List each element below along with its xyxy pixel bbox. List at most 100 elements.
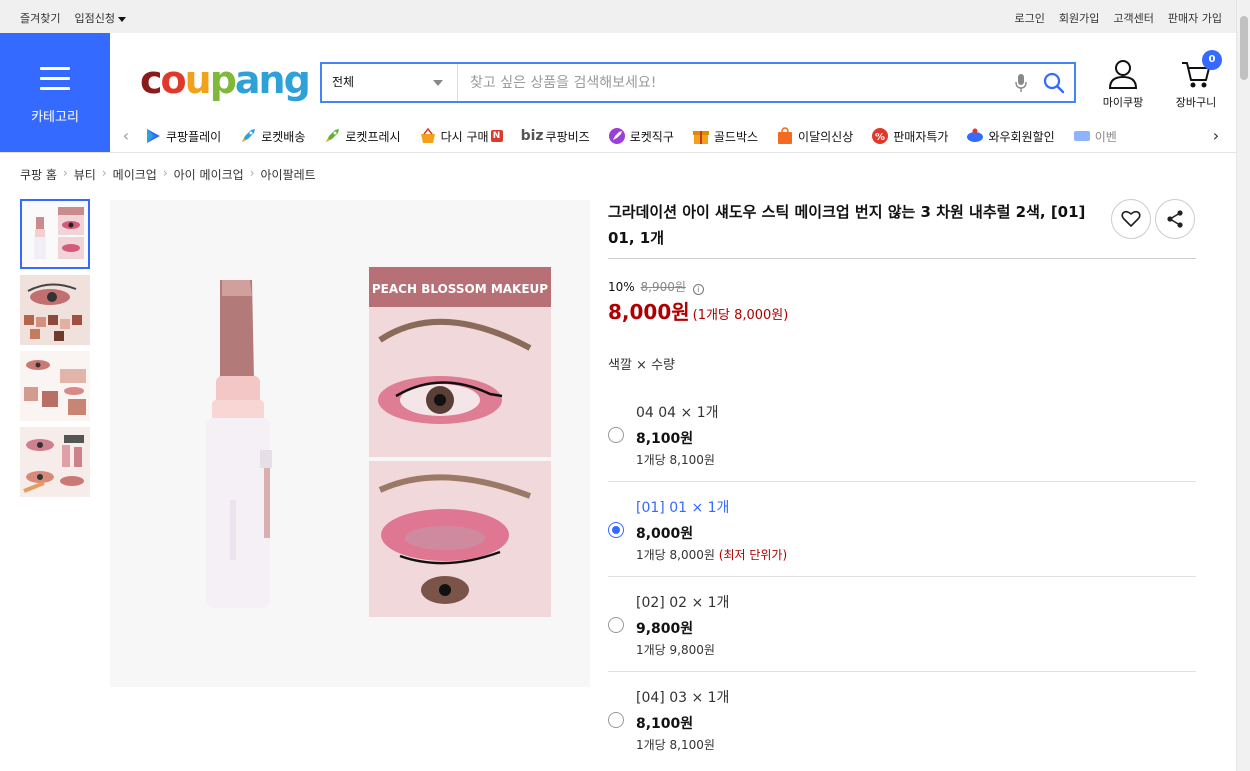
option-item[interactable]: 04 04 × 1개 8,100원 1개당 8,100원 [608,387,1196,482]
breadcrumb-beauty[interactable]: 뷰티 [74,166,96,183]
login-link[interactable]: 로그인 [1015,10,1045,26]
original-price: 8,900원 [640,280,686,294]
option-list: 04 04 × 1개 8,100원 1개당 8,100원 [01] 01 × 1… [608,387,1196,767]
shortcut-label: 다시 구매 [440,129,489,144]
chevron-left-icon[interactable]: ‹ [116,126,136,146]
bookmark-link[interactable]: 즐겨찾기 [20,10,60,26]
biz-prefix: biz [520,128,544,144]
shortcut-label: 와우회원할인 [988,129,1055,144]
option-unit-price: 1개당 8,000원 (최저 단위가) [636,546,787,563]
seller-apply-link[interactable]: 입점신청 [74,10,126,26]
rocket-icon [242,129,256,142]
logo-part: p [209,58,237,102]
shortcut-coupang-biz[interactable]: biz 쿠팡비즈 [521,127,590,145]
main-product-image[interactable]: PEACH BLOSSOM MAKEUP [110,200,590,687]
option-price: 8,100원 [636,431,694,447]
shortcut-goldbox[interactable]: 골드박스 [692,127,758,145]
percent-badge-icon: % [872,128,889,144]
coupang-logo[interactable]: coupang [140,58,311,102]
option-name: [01] 01 × 1개 [636,500,730,516]
option-price: 8,000원 [636,526,694,542]
wishlist-button[interactable] [1111,199,1151,239]
search-category-select[interactable]: 전체 [322,64,458,101]
search-input[interactable] [458,64,1008,101]
svg-text:%: % [875,132,885,143]
shortcut-rocket-delivery[interactable]: 로켓배송 [239,127,305,145]
basket-icon [420,127,435,143]
scrollbar-thumb[interactable] [1240,16,1248,80]
breadcrumb-separator-icon: › [162,166,168,180]
customer-center-link[interactable]: 고객센터 [1113,10,1153,26]
thumbnail-1[interactable] [20,199,90,269]
hamburger-icon [40,67,70,97]
breadcrumb-home[interactable]: 쿠팡 홈 [20,166,57,183]
wow-icon [967,128,984,142]
breadcrumb-eye-palette[interactable]: 아이팔레트 [261,166,316,183]
option-label: 색깔 × 수량 [608,358,675,373]
user-icon [1108,60,1138,89]
signup-link[interactable]: 회원가입 [1059,10,1099,26]
chevron-right-icon[interactable]: › [1206,126,1226,146]
option-item-selected[interactable]: [01] 01 × 1개 8,000원 1개당 8,000원 (최저 단위가) [608,482,1196,577]
breadcrumb-separator-icon: › [62,166,68,180]
title-divider [608,258,1196,259]
shortcut-wow-discount[interactable]: 와우회원할인 [966,127,1055,145]
option-unit-price-value: 1개당 8,100원 [636,453,715,467]
option-item[interactable]: [02] 02 × 1개 9,800원 1개당 9,800원 [608,577,1196,672]
seller-apply-label: 입점신청 [74,12,115,25]
category-button[interactable]: 카테고리 [0,33,110,152]
option-price: 8,100원 [636,716,694,732]
info-icon[interactable]: i [692,284,704,295]
share-button[interactable] [1155,199,1195,239]
shortcut-label: 쿠팡플레이 [166,129,222,144]
option-unit-price-value: 1개당 9,800원 [636,643,715,657]
microphone-icon[interactable] [1008,68,1034,98]
breadcrumb-makeup[interactable]: 메이크업 [113,166,157,183]
lowest-unit-price-tag: (최저 단위가) [718,548,788,562]
logo-part: c [140,58,162,102]
header-divider [0,152,1236,153]
shortcut-coupang-play[interactable]: 쿠팡플레이 [144,127,221,145]
radio-button[interactable] [608,712,624,728]
option-name: [04] 03 × 1개 [636,690,730,706]
heart-icon [1121,210,1141,227]
thumbnail-3[interactable] [20,351,90,421]
shortcut-label: 판매자특가 [893,129,949,144]
radio-button[interactable] [608,522,624,538]
dropdown-arrow-icon [433,80,443,86]
shortcut-seller-deals[interactable]: % 판매자특가 [871,127,948,145]
shortcut-new-arrivals[interactable]: 이달의신상 [776,127,853,145]
search-bar: 전체 [320,62,1076,103]
logo-part: ang [234,58,311,102]
search-icon[interactable] [1034,68,1074,98]
vertical-scrollbar[interactable] [1236,0,1250,771]
logo-part: u [184,58,212,102]
option-price: 9,800원 [636,621,694,637]
shopping-bag-icon [778,127,793,144]
shortcut-event[interactable]: 이벤 [1073,127,1117,145]
mypage-button[interactable]: 마이쿠팡 [1093,58,1153,110]
thumbnail-2[interactable] [20,275,90,345]
shortcut-label: 이달의신상 [798,129,854,144]
option-name: 04 04 × 1개 [636,405,719,421]
radio-button[interactable] [608,617,624,633]
category-label: 카테고리 [31,110,79,125]
breadcrumb-separator-icon: › [249,166,255,180]
search-category-value: 전체 [332,75,355,89]
radio-button[interactable] [608,427,624,443]
seller-signup-link[interactable]: 판매자 가입 [1168,10,1222,26]
caret-down-icon [117,16,126,22]
thumbnail-4[interactable] [20,427,90,497]
breadcrumb-eye-makeup[interactable]: 아이 메이크업 [174,166,244,183]
event-icon [1073,131,1090,141]
shortcut-rocket-global[interactable]: 로켓직구 [608,127,674,145]
option-item[interactable]: [04] 03 × 1개 8,100원 1개당 8,100원 [608,672,1196,767]
product-title: 그라데이션 아이 섀도우 스틱 메이크업 번지 않는 3 차원 내추럴 2색, … [608,203,1086,247]
shortcut-rocket-fresh[interactable]: 로켓프레시 [323,127,401,145]
discount-row: 10% 8,900원 i [608,278,704,295]
mypage-label: 마이쿠팡 [1102,96,1144,109]
shortcut-rebuy[interactable]: 다시 구매 N [419,127,503,145]
option-name: [02] 02 × 1개 [636,595,730,611]
shortcut-label: 골드박스 [713,129,759,144]
cart-button[interactable]: 장바구니 0 [1166,50,1226,110]
